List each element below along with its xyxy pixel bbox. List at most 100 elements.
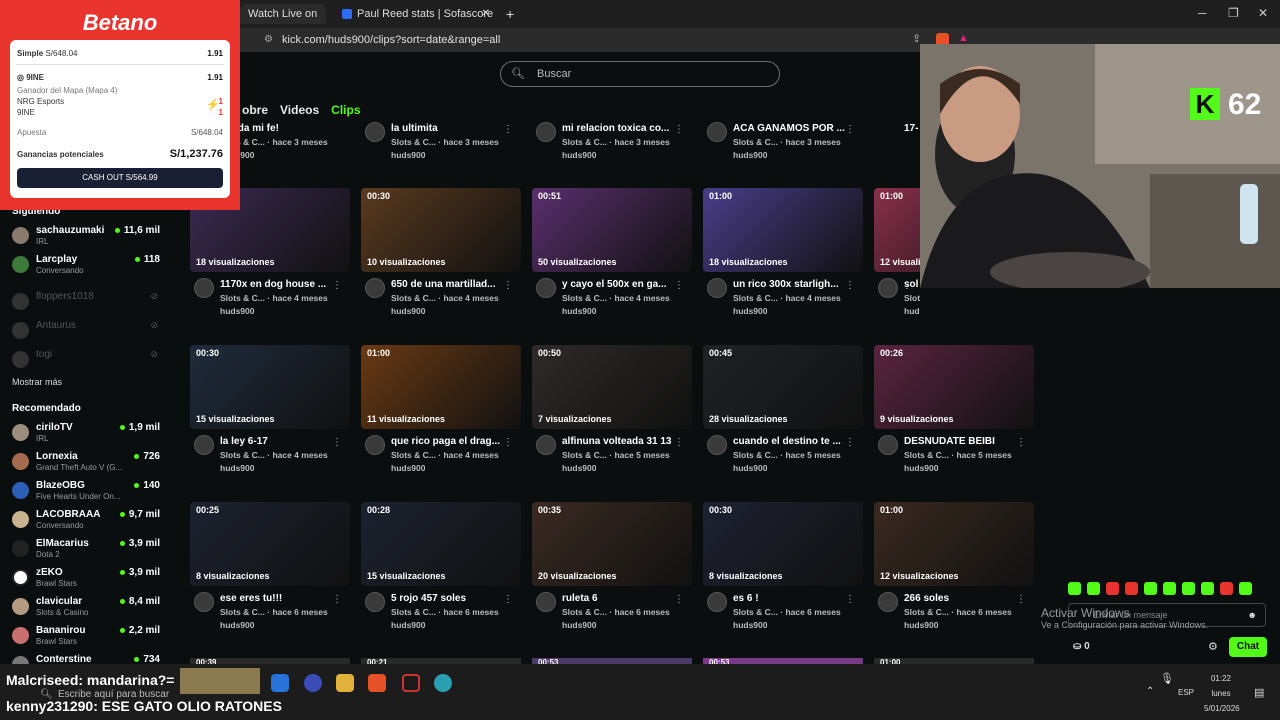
clip-card[interactable]: 00:25 8 visualizaciones ese eres tu!!! Slot… (190, 502, 350, 650)
clip-thumbnail[interactable]: 01:00 18 visualizaciones (703, 188, 863, 272)
brave-browser-icon[interactable] (368, 674, 386, 692)
cash-out-button[interactable]: CASH OUT S/564.99 (17, 168, 223, 188)
emote-icon[interactable] (1182, 582, 1195, 595)
minimize-icon[interactable]: ─ (1198, 6, 1207, 20)
emote-icon[interactable] (1144, 582, 1157, 595)
clip-card[interactable]: 00:28 15 visualizaciones 5 rojo 457 soles S… (361, 502, 521, 650)
chat-send-button[interactable]: Chat (1229, 637, 1267, 657)
emoji-icon[interactable]: ☻ (1248, 604, 1257, 626)
tab-sofascore[interactable]: Paul Reed stats | Sofascore ✕ (334, 4, 494, 24)
more-options-icon[interactable]: ⋮ (503, 594, 513, 605)
sidebar-item-bananirou[interactable]: Bananirou Brawl Stars 2,2 mil (10, 624, 160, 652)
sidebar-item-lornexia[interactable]: Lornexia Grand Theft Auto V (G... 726 (10, 450, 160, 478)
emote-icon[interactable] (1068, 582, 1081, 595)
clip-card[interactable]: la ultimita Slots & C... · hace 3 meses … (361, 32, 521, 162)
more-options-icon[interactable]: ⋮ (332, 594, 342, 605)
sidebar-item-clavicular[interactable]: clavicular Slots & Casino 8,4 mil (10, 595, 160, 623)
sidebar-item-larcplay[interactable]: Larcplay Conversando 118 (10, 253, 160, 281)
app-icon[interactable] (434, 674, 452, 692)
sidebar-item-cirilotv[interactable]: ciriloTV IRL 1,9 mil (10, 421, 160, 449)
clip-card[interactable]: 00:35 20 visualizaciones ruleta 6 Slots & C… (532, 502, 692, 650)
emote-icon[interactable] (1239, 582, 1252, 595)
copilot-app-icon[interactable] (271, 674, 289, 692)
clip-thumbnail[interactable]: 00:30 8 visualizaciones (703, 502, 863, 586)
tab-kick[interactable]: Watch Live on K ✕ (240, 4, 326, 40)
tab-close-icon[interactable]: ✕ (482, 4, 490, 24)
more-options-icon[interactable]: ⋮ (332, 437, 342, 448)
more-options-icon[interactable]: ⋮ (503, 437, 513, 448)
microphone-icon[interactable]: 🎙︎ (1160, 672, 1174, 685)
clip-thumbnail[interactable]: 00:28 15 visualizaciones (361, 502, 521, 586)
more-options-icon[interactable]: ⋮ (503, 280, 513, 291)
chat-settings-icon[interactable]: ⚙ (1208, 640, 1218, 653)
clip-card[interactable]: 01:00 11 visualizaciones que rico paga el … (361, 345, 521, 493)
sidebar-item-lacobraaa[interactable]: LACOBRAAA Conversando 9,7 mil (10, 508, 160, 536)
clip-thumbnail[interactable]: 01:00 12 visualizaciones (874, 502, 1034, 586)
clip-thumbnail[interactable]: 00:45 28 visualizaciones (703, 345, 863, 429)
clip-thumbnail[interactable]: 00:35 20 visualizaciones (532, 502, 692, 586)
more-options-icon[interactable]: ⋮ (845, 280, 855, 291)
emote-icon[interactable] (1106, 582, 1119, 595)
clip-card[interactable]: 00:30 8 visualizaciones es 6 ! Slots & C...… (703, 502, 863, 650)
clip-card[interactable]: 01:0012 visualisolSlots & C... · hace 4 … (874, 188, 920, 336)
clip-card[interactable]: 00:30 10 visualizaciones 650 de una martil… (361, 188, 521, 336)
sidebar-item-conterstine[interactable]: Conterstine 734 (10, 653, 160, 664)
clip-card[interactable]: 00:50 7 visualizaciones alfinuna volteada … (532, 345, 692, 493)
clip-card[interactable]: 00:26 9 visualizaciones DESNUDATE BEIBI Slo… (874, 345, 1034, 493)
clock[interactable]: 01:22 lunes 5/01/2026 (1204, 674, 1240, 713)
language-indicator[interactable]: ESP (1178, 688, 1194, 697)
app-icon[interactable] (304, 674, 322, 692)
clip-thumbnail[interactable]: 00:25 8 visualizaciones (190, 502, 350, 586)
clip-thumbnail[interactable]: 01:00 11 visualizaciones (361, 345, 521, 429)
clip-thumbnail[interactable]: 00:50 7 visualizaciones (532, 345, 692, 429)
more-options-icon[interactable]: ⋮ (1016, 437, 1026, 448)
close-window-icon[interactable]: ✕ (1258, 6, 1268, 20)
emote-icon[interactable] (1163, 582, 1176, 595)
new-tab-button[interactable]: + (498, 4, 514, 24)
clip-thumbnail[interactable]: 01:00 12 visuali (874, 188, 920, 272)
sidebar-item-togi[interactable]: togi ⊘ (10, 348, 160, 376)
sidebar-item-sachauzumaki[interactable]: sachauzumaki IRL 11,6 mil (10, 224, 160, 252)
more-options-icon[interactable]: ⋮ (902, 280, 912, 291)
more-options-icon[interactable]: ⋮ (845, 437, 855, 448)
clip-thumbnail[interactable]: 00:30 15 visualizaciones (190, 345, 350, 429)
sidebar-item-blazeobg[interactable]: BlazeOBG Five Hearts Under On... 140 (10, 479, 160, 507)
clip-card[interactable]: 00:45 28 visualizaciones cuando el destino… (703, 345, 863, 493)
more-options-icon[interactable]: ⋮ (332, 280, 342, 291)
emote-icon[interactable] (1087, 582, 1100, 595)
chat-points[interactable]: ⛀ 0 (1073, 641, 1090, 652)
clip-card[interactable]: 00:51 50 visualizaciones y cayo el 500x en… (532, 188, 692, 336)
clip-thumbnail[interactable]: 00:51 50 visualizaciones (532, 188, 692, 272)
sidebar-item-elmacarius[interactable]: ElMacarius Dota 2 3,9 mil (10, 537, 160, 565)
maximize-icon[interactable]: ❐ (1228, 6, 1239, 20)
emote-icon[interactable] (1125, 582, 1138, 595)
obs-icon[interactable] (402, 674, 420, 692)
more-options-icon[interactable]: ⋮ (674, 594, 684, 605)
brave-rewards-icon[interactable]: ▲ (958, 32, 969, 44)
notification-icon[interactable]: ▤ (1254, 686, 1264, 699)
more-options-icon[interactable]: ⋮ (674, 124, 684, 135)
sidebar-item-floppers1018[interactable]: floppers1018 ⊘ (10, 290, 160, 318)
more-options-icon[interactable]: ⋮ (674, 437, 684, 448)
tray-chevron-icon[interactable]: ⌃ (1146, 686, 1154, 697)
clip-card[interactable]: 18 visualizaciones 1170x en dog house ...… (190, 188, 350, 336)
more-options-icon[interactable]: ⋮ (845, 124, 855, 135)
file-explorer-icon[interactable] (336, 674, 354, 692)
clip-card[interactable]: 01:00 18 visualizaciones un rico 300x star… (703, 188, 863, 336)
clip-card[interactable]: 17- (874, 32, 920, 162)
sidebar-item-zeko[interactable]: zEKO Brawl Stars 3,9 mil (10, 566, 160, 594)
more-options-icon[interactable]: ⋮ (845, 594, 855, 605)
more-options-icon[interactable]: ⋮ (674, 280, 684, 291)
clip-card[interactable]: 01:00 12 visualizaciones 266 soles Slots & … (874, 502, 1034, 650)
show-more-link[interactable]: Mostrar más (12, 377, 62, 387)
clip-card[interactable]: 00:30 15 visualizaciones la ley 6-17 Slots … (190, 345, 350, 493)
clip-card[interactable]: ACA GANAMOS POR ... Slots & C... · hace … (703, 32, 863, 162)
clip-thumbnail[interactable]: 00:26 9 visualizaciones (874, 345, 1034, 429)
emote-icon[interactable] (1201, 582, 1214, 595)
more-options-icon[interactable]: ⋮ (1016, 594, 1026, 605)
sidebar-item-antaurus[interactable]: Antaurus ⊘ (10, 319, 160, 347)
emote-icon[interactable] (1220, 582, 1233, 595)
clip-thumbnail[interactable]: 00:30 10 visualizaciones (361, 188, 521, 272)
clip-card[interactable]: mi relacion toxica co... Slots & C... · … (532, 32, 692, 162)
more-options-icon[interactable]: ⋮ (503, 124, 513, 135)
